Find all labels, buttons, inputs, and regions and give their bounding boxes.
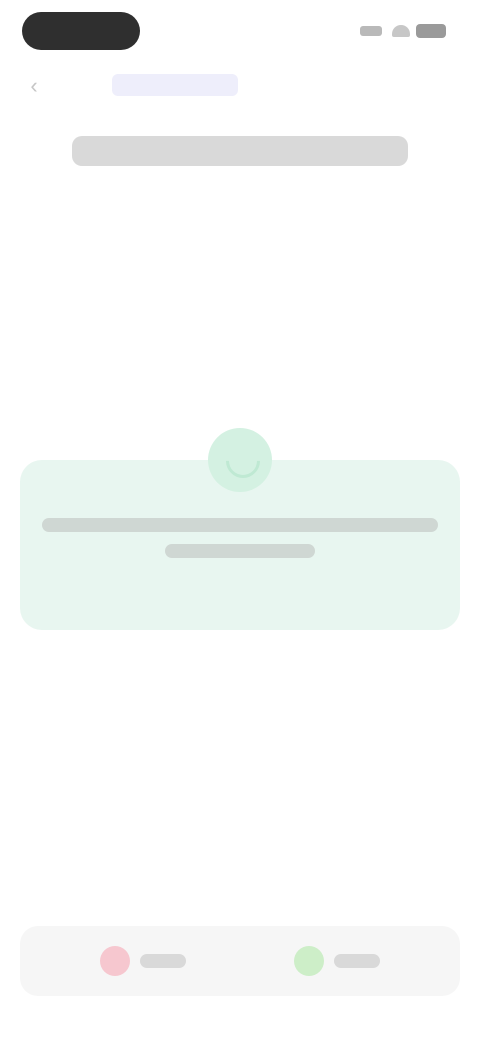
screen: ‹ bbox=[0, 0, 480, 1040]
status-card-line-2 bbox=[165, 544, 315, 558]
status-icons bbox=[352, 20, 452, 42]
wifi-icon bbox=[392, 25, 410, 37]
back-button[interactable]: ‹ bbox=[18, 70, 50, 102]
accept-button[interactable] bbox=[294, 936, 414, 986]
status-bar bbox=[0, 0, 480, 64]
battery-icon bbox=[416, 24, 446, 38]
reject-icon bbox=[100, 946, 130, 976]
dynamic-island-icon bbox=[22, 12, 140, 50]
navigation-bar: ‹ bbox=[0, 64, 480, 108]
back-icon: ‹ bbox=[30, 73, 38, 98]
nav-link[interactable] bbox=[112, 74, 238, 96]
accept-label bbox=[334, 954, 380, 968]
page-title bbox=[72, 136, 408, 166]
status-card-icon-wrap bbox=[200, 420, 280, 500]
signal-icon bbox=[360, 26, 382, 36]
status-card-text bbox=[40, 518, 440, 570]
success-icon bbox=[208, 428, 272, 492]
status-card-line-1 bbox=[42, 518, 438, 532]
accept-icon bbox=[294, 946, 324, 976]
reject-label bbox=[140, 954, 186, 968]
bottom-action-bar bbox=[20, 926, 460, 996]
reject-button[interactable] bbox=[100, 936, 220, 986]
